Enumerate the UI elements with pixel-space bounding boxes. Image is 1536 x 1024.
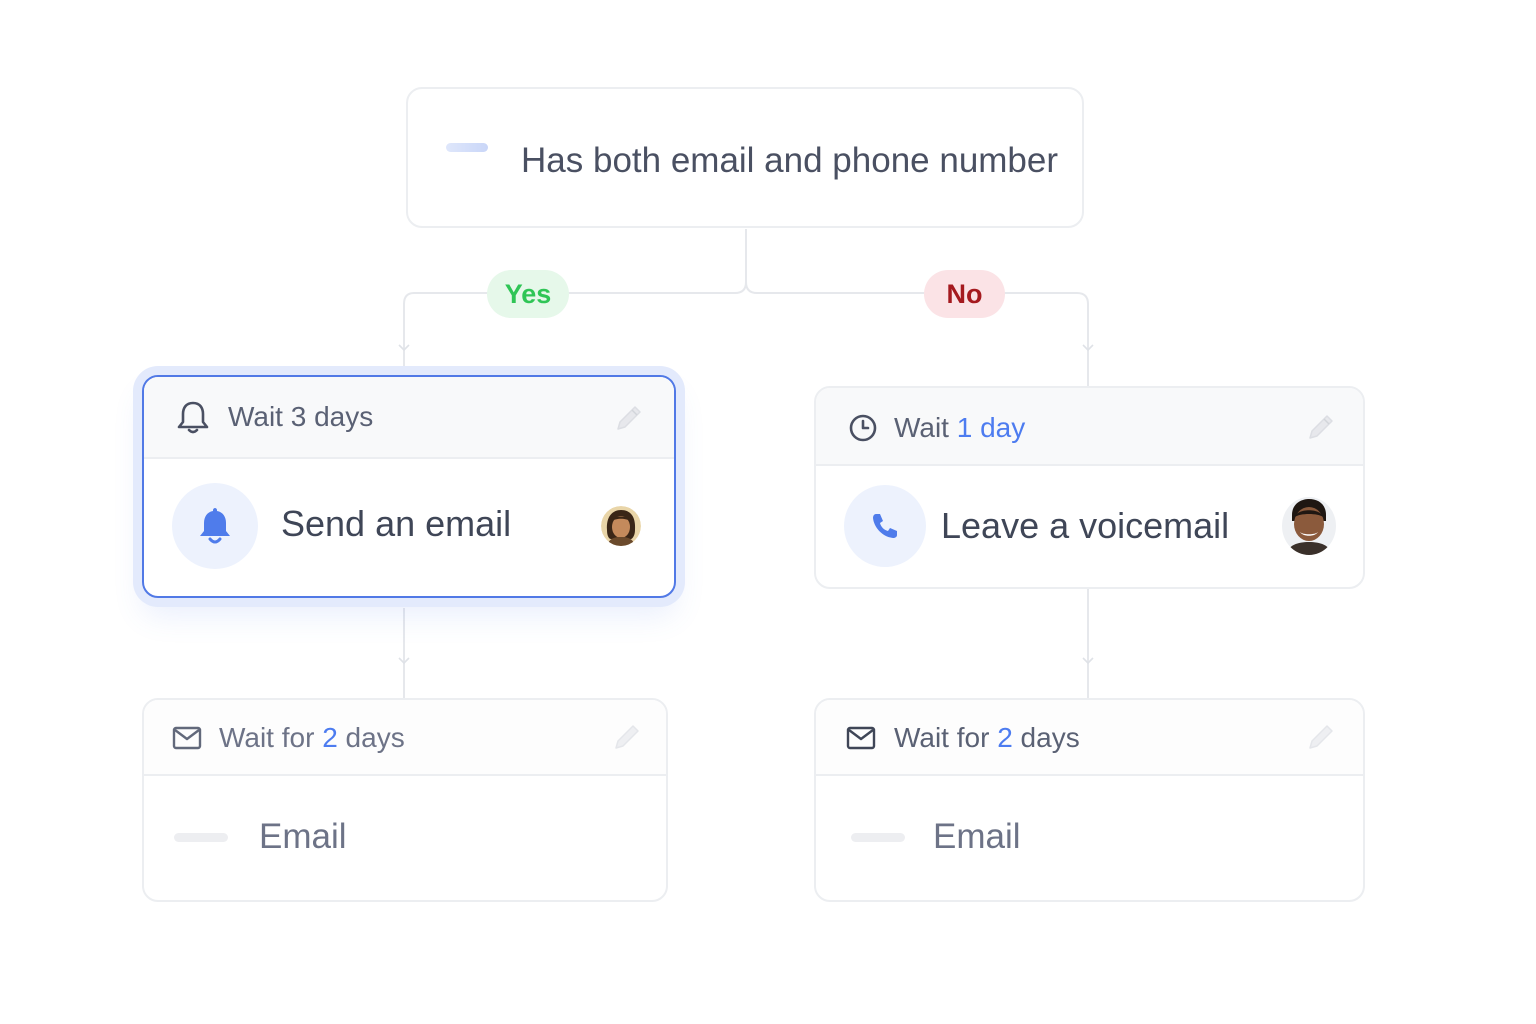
workflow-canvas: Has both email and phone number Yes No W… xyxy=(0,0,1536,1024)
step-wait-label: Wait for 2 days xyxy=(894,720,1080,756)
step-header: Wait for 2 days xyxy=(816,700,1363,776)
condition-label-rest: both email and phone number xyxy=(583,141,1059,180)
wait-label-prefix: Wait for xyxy=(894,722,998,753)
branch-no-pill[interactable]: No xyxy=(924,270,1005,318)
wait-label-suffix: days xyxy=(1012,722,1080,753)
action-icon-circle xyxy=(172,483,258,569)
clock-icon xyxy=(848,413,878,448)
wait-label-suffix: days xyxy=(337,722,405,753)
pencil-icon[interactable] xyxy=(1304,410,1338,449)
wait-label-accent: 1 day xyxy=(956,412,1026,443)
step-header: Wait 3 days xyxy=(144,377,674,459)
action-label: Send an email xyxy=(281,503,512,544)
action-icon-circle xyxy=(844,485,926,567)
step-wait-label: Wait for 2 days xyxy=(219,720,405,756)
chevron-down-icon xyxy=(398,657,410,665)
step-header: Wait for 2 days xyxy=(144,700,666,776)
step-wait-label: Wait 1 day xyxy=(894,410,1025,446)
action-label: Email xyxy=(259,817,347,856)
pencil-icon[interactable] xyxy=(612,401,646,440)
wait-label-prefix: Wait 3 days xyxy=(228,401,374,432)
connector-trunk xyxy=(403,229,747,375)
action-placeholder-bar xyxy=(174,833,228,842)
condition-card[interactable]: Has both email and phone number xyxy=(406,87,1084,228)
step-card-send-email[interactable]: Wait 3 days Send an email xyxy=(142,375,676,598)
step-card-leave-voicemail[interactable]: Wait 1 day Leave a voicemail xyxy=(814,386,1365,589)
step-card-email-left[interactable]: Wait for 2 days Email xyxy=(142,698,668,902)
phone-icon xyxy=(873,514,897,538)
bell-outline-icon xyxy=(176,399,210,440)
wait-label-accent: 2 xyxy=(997,722,1013,753)
condition-label-prefix: Has xyxy=(521,141,584,180)
branch-yes-pill[interactable]: Yes xyxy=(487,270,569,318)
mail-icon xyxy=(846,726,876,755)
step-header: Wait 1 day xyxy=(816,388,1363,466)
chevron-down-icon xyxy=(398,344,410,352)
chevron-down-icon xyxy=(1082,344,1094,352)
pencil-icon[interactable] xyxy=(1304,720,1338,759)
assignee-avatar[interactable] xyxy=(1282,497,1336,555)
bell-icon xyxy=(200,508,230,544)
condition-placeholder-bar xyxy=(446,143,488,152)
wait-label-prefix: Wait for xyxy=(219,722,323,753)
pencil-icon[interactable] xyxy=(610,720,644,759)
action-label: Leave a voicemail xyxy=(941,505,1230,546)
step-wait-label: Wait 3 days xyxy=(228,399,373,435)
chevron-down-icon xyxy=(1082,657,1094,665)
action-placeholder-bar xyxy=(851,833,905,842)
action-label: Email xyxy=(933,817,1021,856)
wait-label-accent: 2 xyxy=(322,722,338,753)
assignee-avatar[interactable] xyxy=(601,506,641,546)
condition-label: Has both email and phone number xyxy=(521,139,1058,183)
connector-no-branch xyxy=(745,281,1089,386)
wait-label-prefix: Wait xyxy=(894,412,957,443)
mail-icon xyxy=(172,726,202,755)
step-card-email-right[interactable]: Wait for 2 days Email xyxy=(814,698,1365,902)
